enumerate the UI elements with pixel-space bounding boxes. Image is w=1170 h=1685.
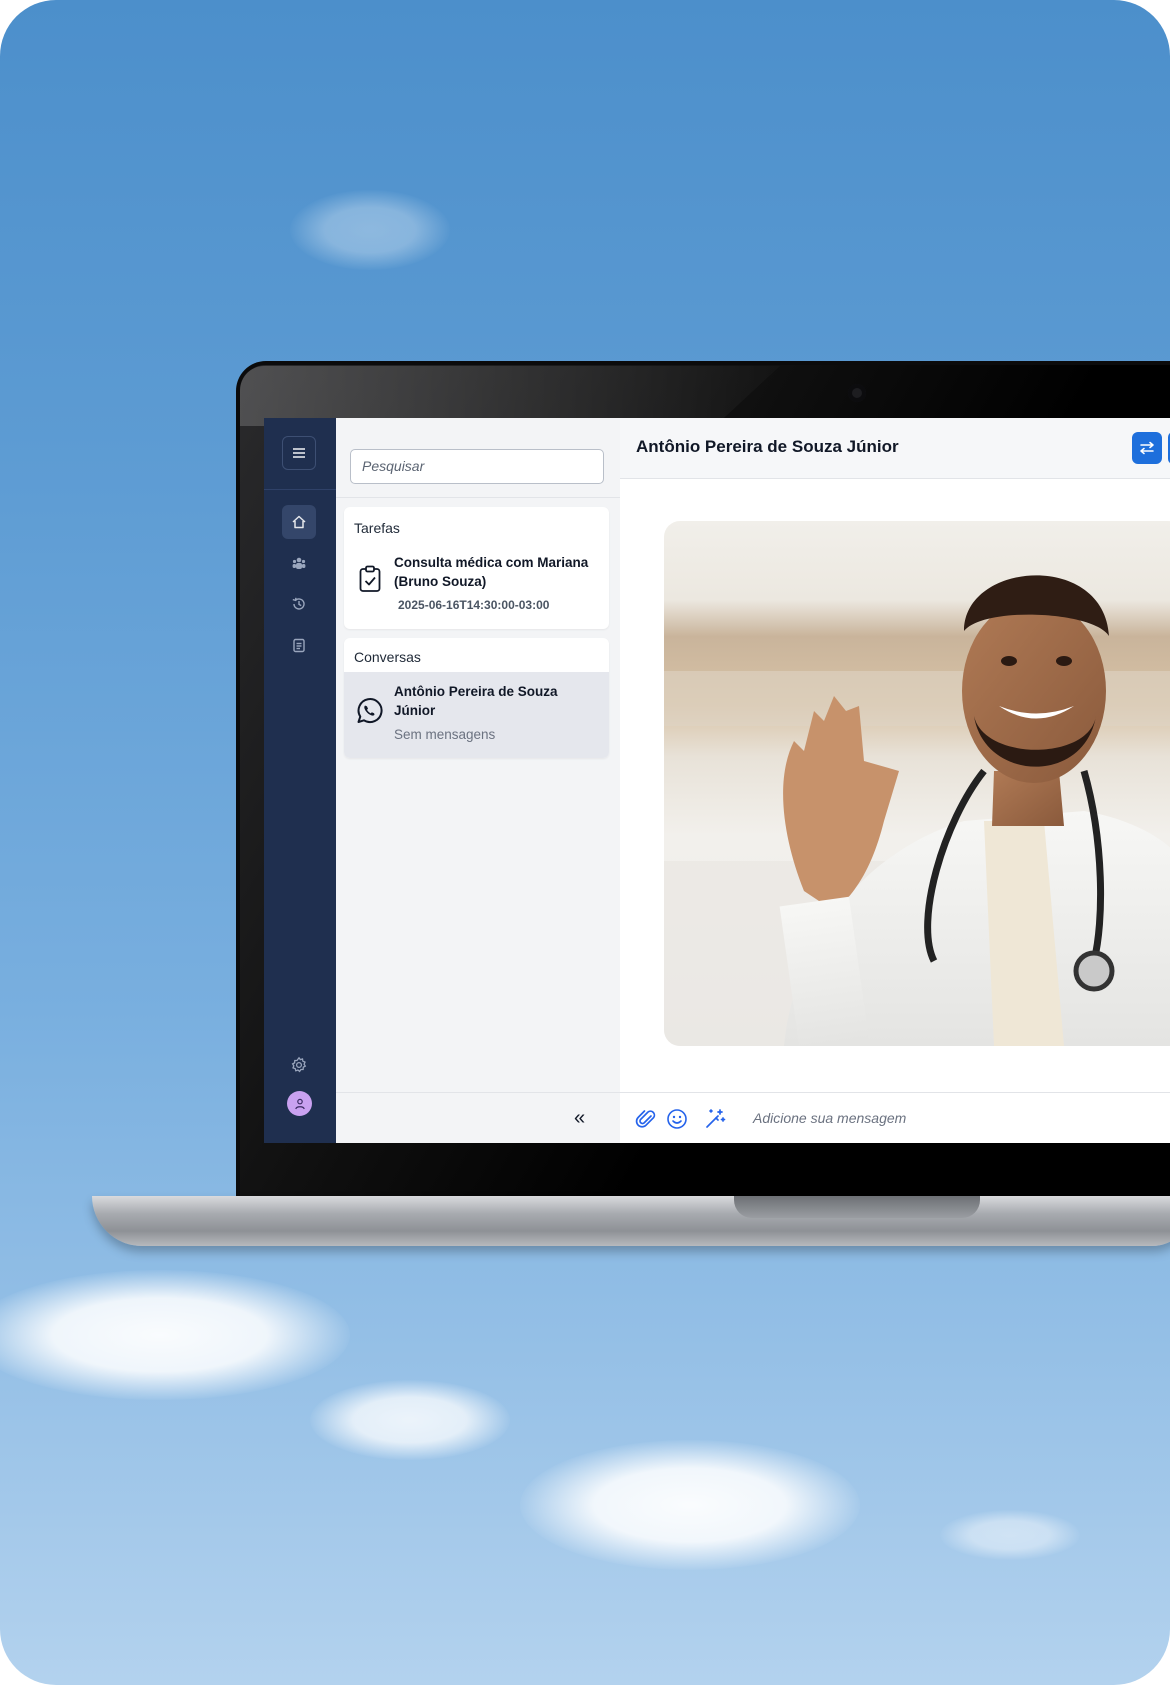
ai-assist-button[interactable] [702,1106,728,1132]
laptop-hinge-notch [734,1196,980,1218]
laptop-base [92,1196,1170,1246]
list-panel: Pesquisar Tarefas Consulta médica com Ma… [336,418,621,1143]
nav-rail [264,418,336,1143]
conversations-card: Conversas Antônio Pereira de Souza Júnio… [344,638,609,758]
conversation-preview: Sem mensagens [394,727,496,742]
cloud [520,1440,860,1570]
paperclip-icon [635,1110,656,1128]
chat-header: Antônio Pereira de Souza Júnior [620,418,1170,479]
tasks-title: Tarefas [354,520,400,536]
hamburger-icon [293,448,305,458]
screen-glare [240,366,780,426]
menu-button[interactable] [282,436,316,470]
whatsapp-icon [357,698,383,724]
clipboard-list-icon [293,638,305,653]
contact-photo [664,521,1170,1046]
conversations-title: Conversas [354,649,421,665]
doctor-photo-illustration [664,575,1170,1046]
users-icon [292,557,306,569]
task-datetime: 2025-06-16T14:30:00-03:00 [398,598,550,612]
nav-home[interactable] [282,505,316,539]
cloud [290,190,450,270]
nav-users[interactable] [282,546,316,580]
user-avatar-icon [294,1098,305,1109]
rail-divider [264,489,336,490]
attach-button[interactable] [633,1106,659,1132]
contact-name: Antônio Pereira de Souza Júnior [636,437,899,456]
history-icon [292,597,305,610]
app-screen: Pesquisar Tarefas Consulta médica com Ma… [264,418,1170,1143]
cloud [310,1380,510,1460]
nav-reports[interactable] [282,628,316,662]
camera-icon [848,384,866,402]
conversation-item[interactable]: Antônio Pereira de Souza Júnior Sem mens… [344,672,609,758]
nav-history[interactable] [282,587,316,621]
background-sky: Pesquisar Tarefas Consulta médica com Ma… [0,0,1170,1685]
home-icon [292,515,306,529]
chat-area: Antônio Pereira de Souza Júnior Adicione… [620,418,1170,1143]
conversation-name: Antônio Pereira de Souza Júnior [394,684,558,718]
emoji-icon [667,1109,687,1129]
message-input[interactable]: Adicione sua mensagem [753,1110,906,1126]
nav-settings[interactable] [282,1048,316,1082]
emoji-button[interactable] [664,1106,690,1132]
clipboard-check-icon [359,565,381,592]
task-title: Consulta médica com Mariana (Bruno Souza… [394,555,589,589]
swap-arrows-icon [1140,441,1154,455]
cloud [0,1270,350,1400]
message-composer: Adicione sua mensagem [620,1092,1170,1143]
panel-footer: « [336,1092,620,1143]
cloud [940,1510,1080,1560]
panel-divider [336,497,620,498]
magic-wand-icon [706,1109,726,1128]
tasks-card: Tarefas Consulta médica com Mariana (Bru… [344,507,609,629]
transfer-button[interactable] [1132,432,1162,464]
search-input[interactable]: Pesquisar [350,449,604,484]
gear-icon [291,1056,307,1073]
collapse-panel-button[interactable]: « [574,1107,585,1130]
user-avatar[interactable] [287,1091,312,1116]
